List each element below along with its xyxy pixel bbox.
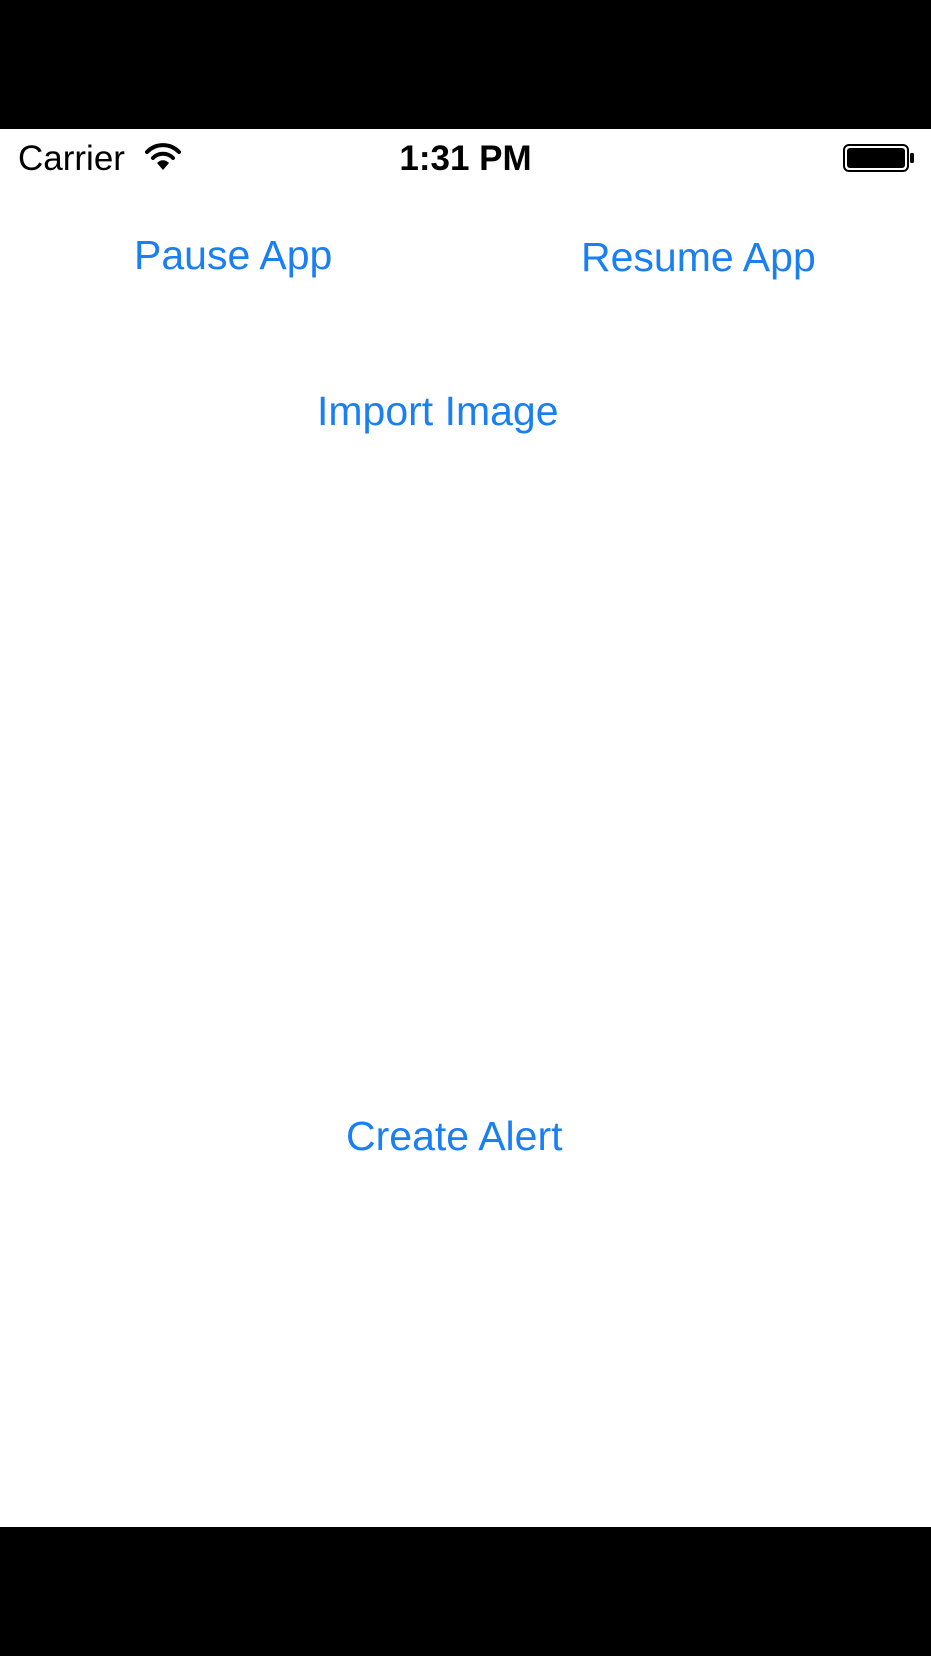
create-alert-button[interactable]: Create Alert	[346, 1112, 563, 1160]
letterbox-top	[0, 0, 931, 129]
pause-app-button[interactable]: Pause App	[134, 231, 332, 279]
battery-icon	[843, 144, 915, 172]
resume-app-button[interactable]: Resume App	[581, 233, 816, 281]
status-bar: Carrier 1:31 PM	[0, 129, 931, 191]
app-screen: Carrier 1:31 PM Pause App Resume App Imp…	[0, 129, 931, 1527]
import-image-button[interactable]: Import Image	[317, 387, 559, 435]
letterbox-bottom	[0, 1527, 931, 1656]
status-time: 1:31 PM	[399, 139, 532, 178]
